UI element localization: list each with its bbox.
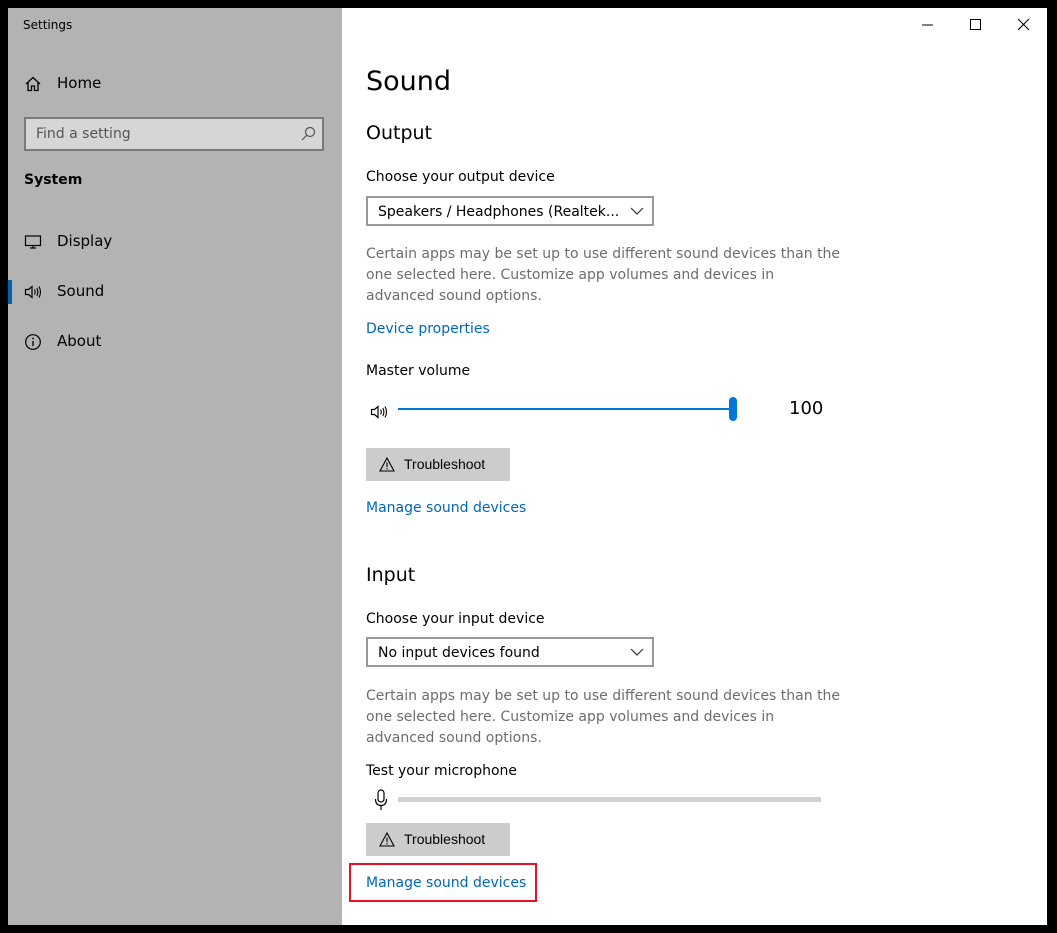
warning-icon <box>379 832 395 847</box>
input-device-label: Choose your input device <box>366 611 545 627</box>
input-device-dropdown[interactable]: No input devices found <box>366 637 654 667</box>
master-volume-slider-thumb[interactable] <box>729 397 737 421</box>
display-icon <box>24 235 42 249</box>
output-device-dropdown[interactable]: Speakers / Headphones (Realtek... <box>366 196 654 226</box>
master-volume-slider-track[interactable] <box>398 408 734 410</box>
input-manage-sound-devices-link[interactable]: Manage sound devices <box>366 875 526 891</box>
sidebar-item-display[interactable]: Display <box>8 222 342 262</box>
active-indicator <box>8 280 12 304</box>
sidebar-item-label: Home <box>57 74 102 92</box>
main-content: Sound Output Choose your output device S… <box>349 8 1026 925</box>
section-label-system: System <box>24 172 83 188</box>
app-title: Settings <box>23 18 73 32</box>
sidebar-item-label: About <box>57 332 102 350</box>
search-box <box>24 117 324 151</box>
troubleshoot-label: Troubleshoot <box>404 831 486 847</box>
output-device-label: Choose your output device <box>366 169 555 185</box>
settings-window: Settings Home System Display <box>8 8 1047 925</box>
chevron-down-icon <box>630 648 644 656</box>
troubleshoot-label: Troubleshoot <box>404 456 486 472</box>
info-icon <box>25 334 41 350</box>
input-heading: Input <box>366 564 416 586</box>
output-manage-sound-devices-link[interactable]: Manage sound devices <box>366 500 526 516</box>
master-volume-label: Master volume <box>366 363 471 379</box>
speaker-icon[interactable] <box>370 403 392 421</box>
sidebar-item-label: Sound <box>57 282 105 300</box>
page-title: Sound <box>366 66 452 97</box>
output-heading: Output <box>366 122 432 144</box>
microphone-icon <box>374 789 388 810</box>
chevron-down-icon <box>630 207 644 215</box>
input-device-value: No input devices found <box>378 645 540 661</box>
master-volume-value: 100 <box>789 398 824 419</box>
sidebar-item-home[interactable]: Home <box>8 64 342 104</box>
warning-icon <box>379 457 395 472</box>
output-troubleshoot-button[interactable]: Troubleshoot <box>366 448 510 481</box>
search-input[interactable] <box>26 119 286 149</box>
input-description: Certain apps may be set up to use differ… <box>366 688 841 746</box>
sidebar-item-sound[interactable]: Sound <box>8 272 342 312</box>
home-icon <box>25 76 41 92</box>
device-properties-link[interactable]: Device properties <box>366 321 490 337</box>
sidebar-item-label: Display <box>57 232 113 250</box>
output-description: Certain apps may be set up to use differ… <box>366 246 841 304</box>
test-microphone-label: Test your microphone <box>366 763 517 779</box>
sidebar-item-about[interactable]: About <box>8 322 342 362</box>
speaker-icon <box>24 285 42 299</box>
search-icon[interactable] <box>300 126 316 142</box>
output-device-value: Speakers / Headphones (Realtek... <box>378 204 620 220</box>
input-troubleshoot-button[interactable]: Troubleshoot <box>366 823 510 856</box>
sidebar: Settings Home System Display <box>8 8 342 925</box>
microphone-level-meter <box>398 797 821 802</box>
